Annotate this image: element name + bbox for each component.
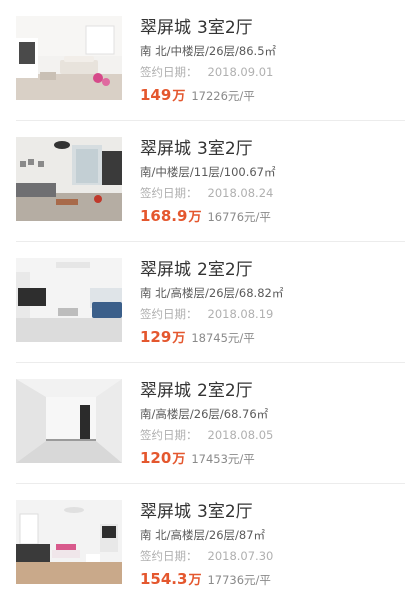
listing-photo[interactable] xyxy=(16,379,122,463)
community-name: 翠屏城 xyxy=(140,381,191,401)
community-name: 翠屏城 xyxy=(140,502,191,522)
sign-date-label: 签约日期： xyxy=(140,186,198,200)
sign-date-value: 2018.08.24 xyxy=(207,186,274,200)
sign-date: 签约日期： 2018.07.30 xyxy=(140,548,273,564)
community-name: 翠屏城 xyxy=(140,260,191,280)
unit-price: 16776元/平 xyxy=(207,210,271,224)
room-layout: 3室2厅 xyxy=(197,502,253,522)
total-price: 129 xyxy=(140,328,172,346)
listing-photo[interactable] xyxy=(16,137,122,221)
sign-date: 签约日期： 2018.09.01 xyxy=(140,64,273,80)
list-item[interactable]: 翠屏城 2室2厅 南 北/高楼层/26层/68.82㎡ 签约日期： 2018.08.… xyxy=(0,242,405,364)
room-layout: 3室2厅 xyxy=(197,139,253,159)
listing-title[interactable]: 翠屏城 2室2厅 xyxy=(140,379,253,403)
sign-date-label: 签约日期： xyxy=(140,65,198,79)
listing-title[interactable]: 翠屏城 3室2厅 xyxy=(140,137,253,161)
living-room-photo xyxy=(16,500,122,584)
price-unit: 万 xyxy=(172,331,186,346)
living-room-photo xyxy=(16,258,122,342)
sign-date: 签约日期： 2018.08.19 xyxy=(140,306,273,322)
total-price: 154.3 xyxy=(140,570,188,588)
price-row: 149万 17226元/平 xyxy=(140,84,255,108)
sign-date-value: 2018.07.30 xyxy=(207,549,274,563)
total-price: 149 xyxy=(140,86,172,104)
unit-price: 18745元/平 xyxy=(191,331,255,345)
sign-date-label: 签约日期： xyxy=(140,549,198,563)
sign-date-label: 签约日期： xyxy=(140,307,198,321)
price-row: 120万 17453元/平 xyxy=(140,447,255,471)
price-row: 129万 18745元/平 xyxy=(140,326,255,350)
listing-details: 南 北/高楼层/26层/87㎡ xyxy=(140,528,266,542)
sign-date-label: 签约日期： xyxy=(140,428,198,442)
sign-date-value: 2018.08.19 xyxy=(207,307,274,321)
listing-details: 南 北/高楼层/26层/68.82㎡ xyxy=(140,286,284,300)
listing-details: 南/高楼层/26层/68.76㎡ xyxy=(140,407,269,421)
price-unit: 万 xyxy=(172,452,186,467)
unit-price: 17736元/平 xyxy=(207,573,271,587)
sign-date: 签约日期： 2018.08.05 xyxy=(140,427,273,443)
listing-title[interactable]: 翠屏城 3室2厅 xyxy=(140,16,253,40)
price-row: 168.9万 16776元/平 xyxy=(140,205,271,229)
listing-title[interactable]: 翠屏城 3室2厅 xyxy=(140,500,253,524)
list-item[interactable]: 翠屏城 3室2厅 南 北/高楼层/26层/87㎡ 签约日期： 2018.07.30 … xyxy=(0,484,405,606)
sign-date-value: 2018.08.05 xyxy=(207,428,274,442)
list-item[interactable]: 翠屏城 3室2厅 南/中楼层/11层/100.67㎡ 签约日期： 2018.08.2… xyxy=(0,121,405,243)
community-name: 翠屏城 xyxy=(140,139,191,159)
listing-photo[interactable] xyxy=(16,258,122,342)
total-price: 120 xyxy=(140,449,172,467)
list-item[interactable]: 翠屏城 2室2厅 南/高楼层/26层/68.76㎡ 签约日期： 2018.08.05… xyxy=(0,363,405,485)
unit-price: 17226元/平 xyxy=(191,89,255,103)
listing-photo[interactable] xyxy=(16,500,122,584)
transaction-list: 翠屏城 3室2厅 南 北/中楼层/26层/86.5㎡ 签约日期： 2018.09.0… xyxy=(0,0,405,602)
total-price: 168.9 xyxy=(140,207,188,225)
room-layout: 2室2厅 xyxy=(197,260,253,280)
unit-price: 17453元/平 xyxy=(191,452,255,466)
list-item[interactable]: 翠屏城 3室2厅 南 北/中楼层/26层/86.5㎡ 签约日期： 2018.09.0… xyxy=(0,0,405,122)
price-unit: 万 xyxy=(188,573,202,588)
price-unit: 万 xyxy=(172,89,186,104)
room-layout: 2室2厅 xyxy=(197,381,253,401)
room-layout: 3室2厅 xyxy=(197,18,253,38)
sign-date-value: 2018.09.01 xyxy=(207,65,274,79)
price-unit: 万 xyxy=(188,210,202,225)
empty-room-photo xyxy=(16,379,122,463)
sign-date: 签约日期： 2018.08.24 xyxy=(140,185,273,201)
living-room-photo xyxy=(16,137,122,221)
living-room-photo xyxy=(16,16,122,100)
price-row: 154.3万 17736元/平 xyxy=(140,568,271,592)
community-name: 翠屏城 xyxy=(140,18,191,38)
listing-details: 南/中楼层/11层/100.67㎡ xyxy=(140,165,276,179)
listing-details: 南 北/中楼层/26层/86.5㎡ xyxy=(140,44,277,58)
listing-title[interactable]: 翠屏城 2室2厅 xyxy=(140,258,253,282)
listing-photo[interactable] xyxy=(16,16,122,100)
